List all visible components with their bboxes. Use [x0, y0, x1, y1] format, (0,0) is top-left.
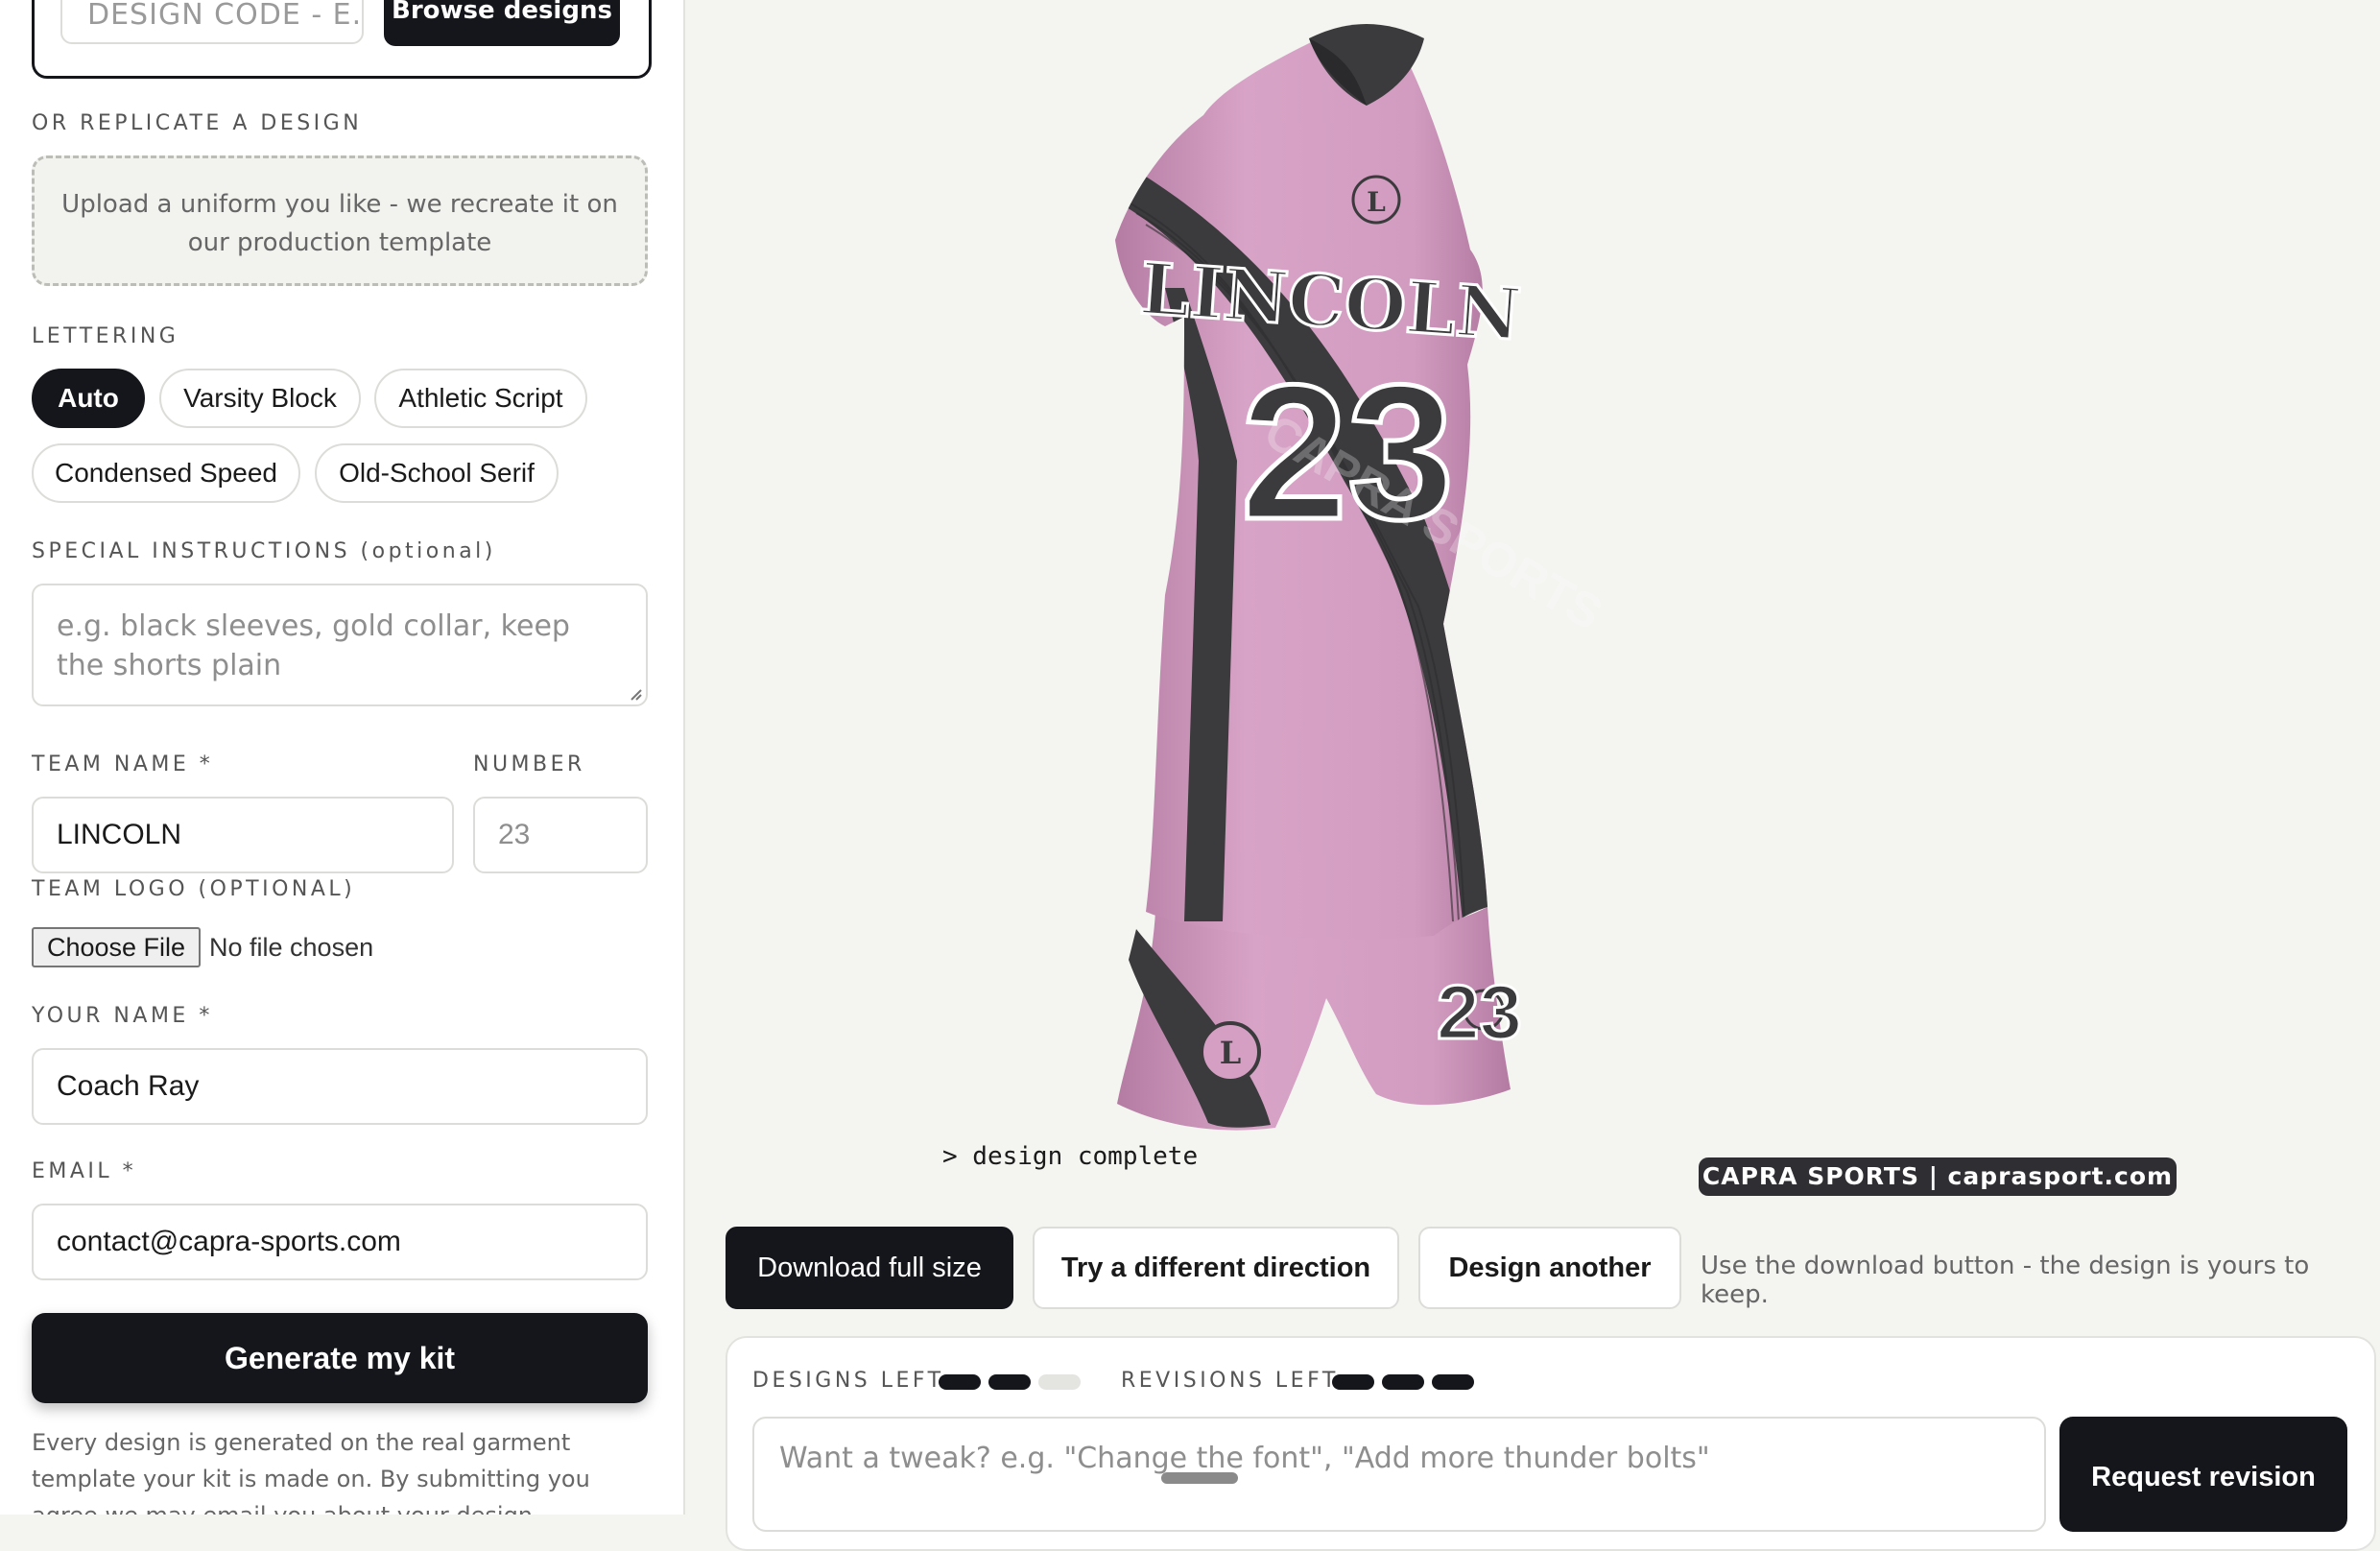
download-full-size-button[interactable]: Download full size [726, 1227, 1013, 1309]
kit-preview: L 23 L LINCOLN 23 CAPRA SPORTS [685, 0, 2380, 1200]
browse-designs-button[interactable]: Browse designs [384, 0, 620, 46]
design-code-input[interactable]: DESIGN CODE - E. [60, 0, 364, 44]
design-another-button[interactable]: Design another [1418, 1227, 1681, 1309]
lettering-option-varsity-block[interactable]: Varsity Block [159, 369, 361, 428]
revisions-left-pill [1382, 1374, 1424, 1390]
designs-left-pill [988, 1374, 1031, 1390]
resize-handle-icon[interactable] [627, 685, 642, 701]
team-name-label: TEAM NAME * [32, 752, 214, 776]
lettering-option-auto[interactable]: Auto [32, 369, 145, 428]
upload-uniform-dropzone[interactable]: Upload a uniform you like - we recreate … [32, 155, 648, 286]
special-instructions-textarea[interactable]: e.g. black sleeves, gold collar, keep th… [32, 584, 648, 706]
upload-uniform-text: Upload a uniform you like - we recreate … [61, 190, 618, 257]
replicate-heading: OR REPLICATE A DESIGN [32, 111, 363, 135]
tweak-request-placeholder: Want a tweak? e.g. "Change the font", "A… [779, 1442, 1710, 1475]
revisions-left-pill [1332, 1374, 1374, 1390]
tweak-request-input[interactable]: Want a tweak? e.g. "Change the font", "A… [752, 1417, 2046, 1532]
email-label: EMAIL * [32, 1159, 137, 1183]
lettering-heading: LETTERING [32, 324, 179, 348]
jersey-crest-letter: L [1367, 186, 1386, 218]
generation-status: > design complete [942, 1142, 1199, 1171]
number-input[interactable]: 23 [473, 797, 648, 873]
file-status-text: No file chosen [209, 933, 374, 962]
lettering-option-condensed-speed[interactable]: Condensed Speed [32, 443, 300, 503]
try-different-direction-button[interactable]: Try a different direction [1033, 1227, 1399, 1309]
number-label: NUMBER [473, 752, 585, 776]
request-revision-button[interactable]: Request revision [2059, 1417, 2347, 1532]
disclaimer-text: Every design is generated on the real ga… [32, 1429, 590, 1515]
revisions-left-label: REVISIONS LEFT [1121, 1369, 1339, 1393]
special-instructions-placeholder: e.g. black sleeves, gold collar, keep th… [57, 609, 570, 682]
jersey: L LINCOLN 23 CAPRA SPORTS [1115, 24, 1611, 940]
instructions-heading: SPECIAL INSTRUCTIONS (optional) [32, 539, 496, 563]
shorts-number: 23 [1437, 969, 1522, 1055]
email-input[interactable]: contact@capra-sports.com [32, 1204, 648, 1280]
team-name-input[interactable]: LINCOLN [32, 797, 454, 873]
choose-file-button[interactable]: Choose File [32, 927, 201, 967]
team-logo-label: TEAM LOGO (OPTIONAL) [32, 877, 356, 901]
your-name-label: YOUR NAME * [32, 1004, 213, 1028]
shorts: L 23 [1117, 907, 1524, 1131]
scroll-indicator[interactable] [1161, 1472, 1238, 1484]
uniform-render: L 23 L LINCOLN 23 CAPRA SPORTS [1115, 24, 1611, 1131]
download-hint: Use the download button - the design is … [1701, 1252, 2310, 1309]
generate-kit-button[interactable]: Generate my kit [32, 1313, 648, 1403]
shorts-logo-letter: L [1220, 1035, 1242, 1071]
designs-left-label: DESIGNS LEFT [752, 1369, 944, 1393]
your-name-input[interactable]: Coach Ray [32, 1048, 648, 1125]
designs-left-pill-empty [1038, 1374, 1081, 1390]
designs-left-pill [939, 1374, 981, 1390]
revisions-left-pill [1432, 1374, 1474, 1390]
design-form-panel: DESIGN CODE - E. Browse designs OR REPLI… [0, 0, 685, 1515]
lettering-option-athletic-script[interactable]: Athletic Script [374, 369, 587, 428]
lettering-option-old-school-serif[interactable]: Old-School Serif [315, 443, 559, 503]
brand-badge: CAPRA SPORTS | caprasport.com [1699, 1157, 2177, 1196]
